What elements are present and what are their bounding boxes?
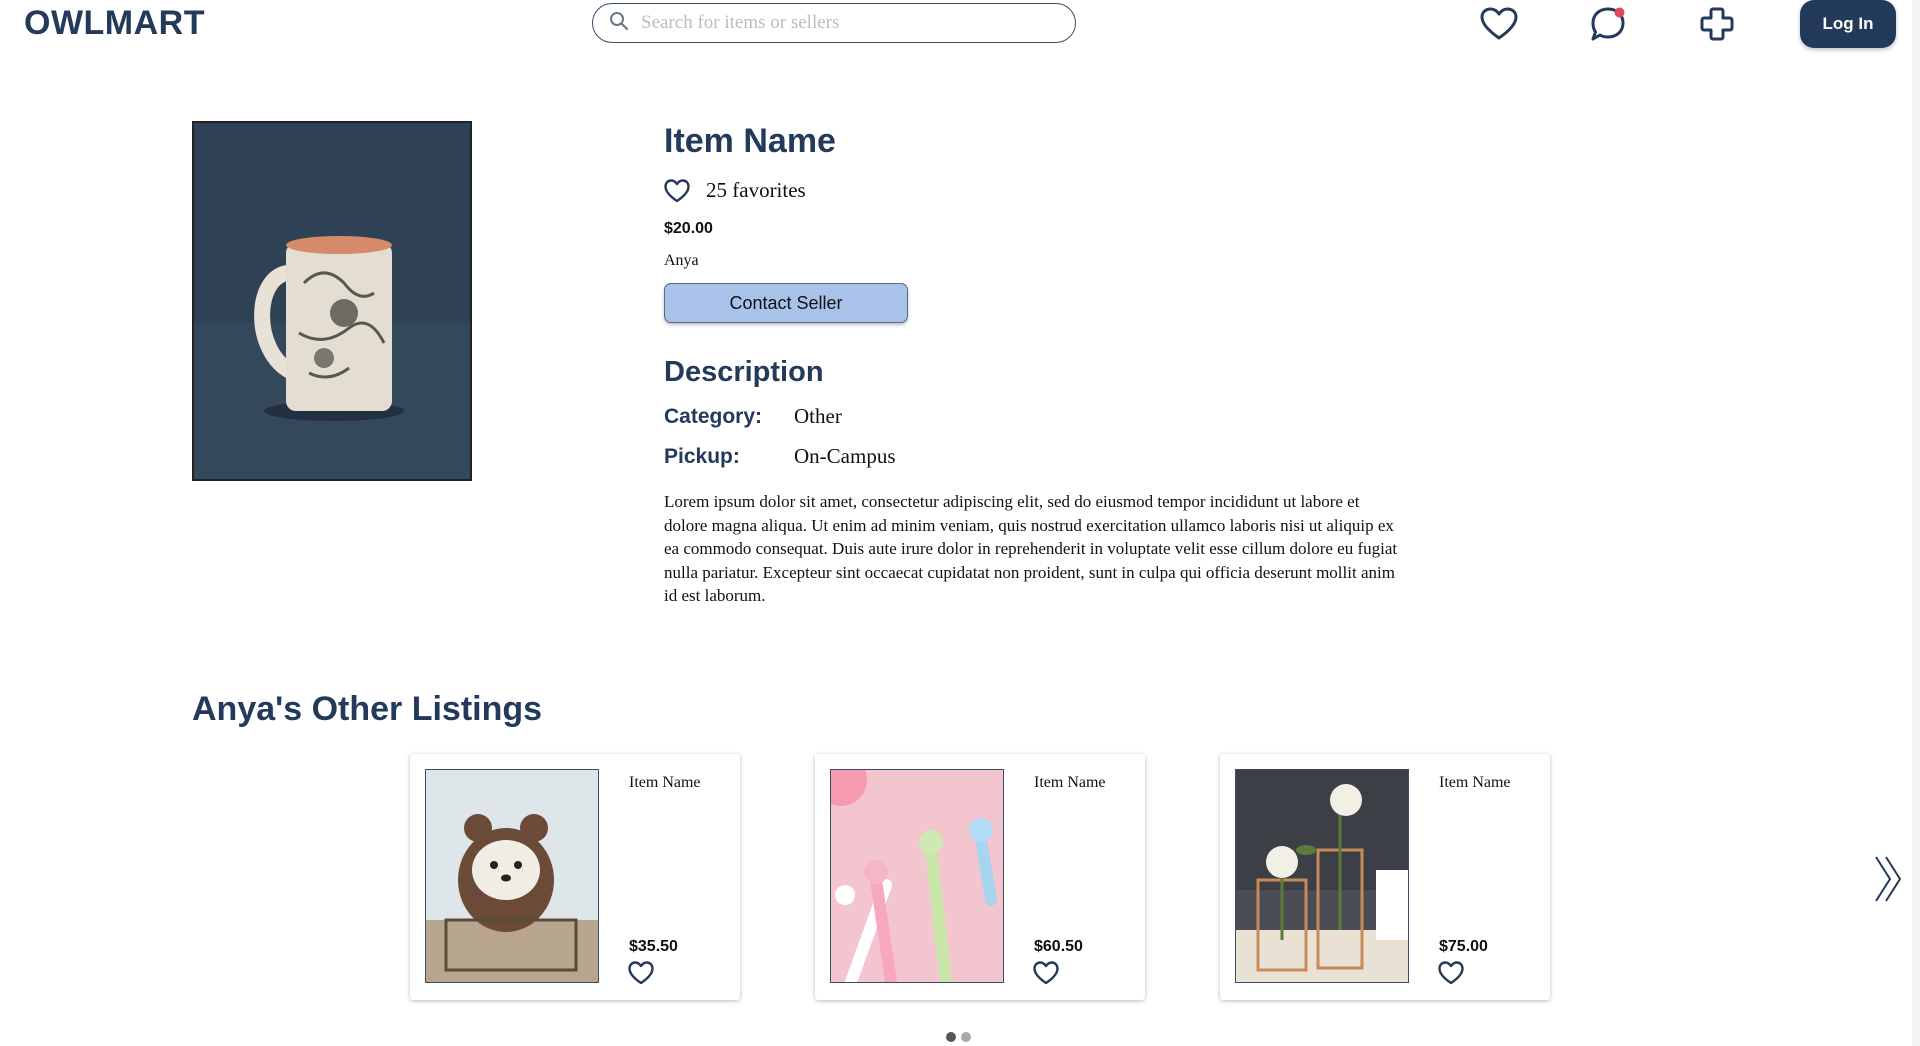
pickup-value: On-Campus xyxy=(794,444,896,468)
listing-thumbnail xyxy=(425,769,599,983)
next-page-chevron-icon[interactable] xyxy=(1872,854,1906,904)
contact-seller-button[interactable]: Contact Seller xyxy=(664,283,908,323)
other-listings-heading: Anya's Other Listings xyxy=(192,690,543,728)
search-bar[interactable] xyxy=(592,3,1076,43)
product-photo xyxy=(192,121,472,481)
messages-bubble-icon[interactable] xyxy=(1586,2,1630,46)
listing-favorite-heart-icon[interactable] xyxy=(1033,961,1059,985)
item-price: $20.00 xyxy=(664,220,713,237)
pickup-row: Pickup: On-Campus xyxy=(664,444,896,469)
favorite-heart-icon[interactable] xyxy=(664,178,690,203)
search-icon xyxy=(609,11,629,36)
listing-card[interactable]: Item Name $60.50 xyxy=(815,754,1145,1000)
listing-name: Item Name xyxy=(629,774,701,791)
listing-card[interactable]: Item Name $35.50 xyxy=(410,754,740,1000)
description-heading: Description xyxy=(664,356,824,388)
listing-price: $75.00 xyxy=(1439,938,1488,955)
listing-card[interactable]: Item Name $75.00 xyxy=(1220,754,1550,1000)
add-listing-plus-icon[interactable] xyxy=(1695,2,1739,46)
notification-dot xyxy=(1614,7,1625,18)
favorites-heart-icon[interactable] xyxy=(1477,2,1521,46)
listing-price: $60.50 xyxy=(1034,938,1083,955)
listing-thumbnail xyxy=(830,769,1004,983)
seller-name[interactable]: Anya xyxy=(664,252,699,270)
listing-name: Item Name xyxy=(1034,774,1106,791)
login-button[interactable]: Log In xyxy=(1800,0,1896,48)
favorites-count: 25 favorites xyxy=(706,178,806,202)
favorites-row: 25 favorites xyxy=(664,178,806,203)
category-label: Category: xyxy=(664,405,763,428)
pagination-dot-2[interactable] xyxy=(961,1032,971,1042)
listing-thumbnail xyxy=(1235,769,1409,983)
page-scrollbar[interactable] xyxy=(1912,0,1920,1046)
pagination-dot-1[interactable] xyxy=(946,1032,956,1042)
category-row: Category: Other xyxy=(664,404,842,429)
listing-favorite-heart-icon[interactable] xyxy=(1438,961,1464,985)
item-title: Item Name xyxy=(664,122,836,160)
listing-favorite-heart-icon[interactable] xyxy=(628,961,654,985)
listing-price: $35.50 xyxy=(629,938,678,955)
site-logo[interactable]: OWLMART xyxy=(24,4,205,43)
search-input[interactable] xyxy=(639,11,1043,35)
pickup-label: Pickup: xyxy=(664,445,740,468)
description-text: Lorem ipsum dolor sit amet, consectetur … xyxy=(664,492,1398,605)
listing-name: Item Name xyxy=(1439,774,1511,791)
carousel-pagination xyxy=(946,1032,971,1042)
category-value: Other xyxy=(794,404,842,428)
